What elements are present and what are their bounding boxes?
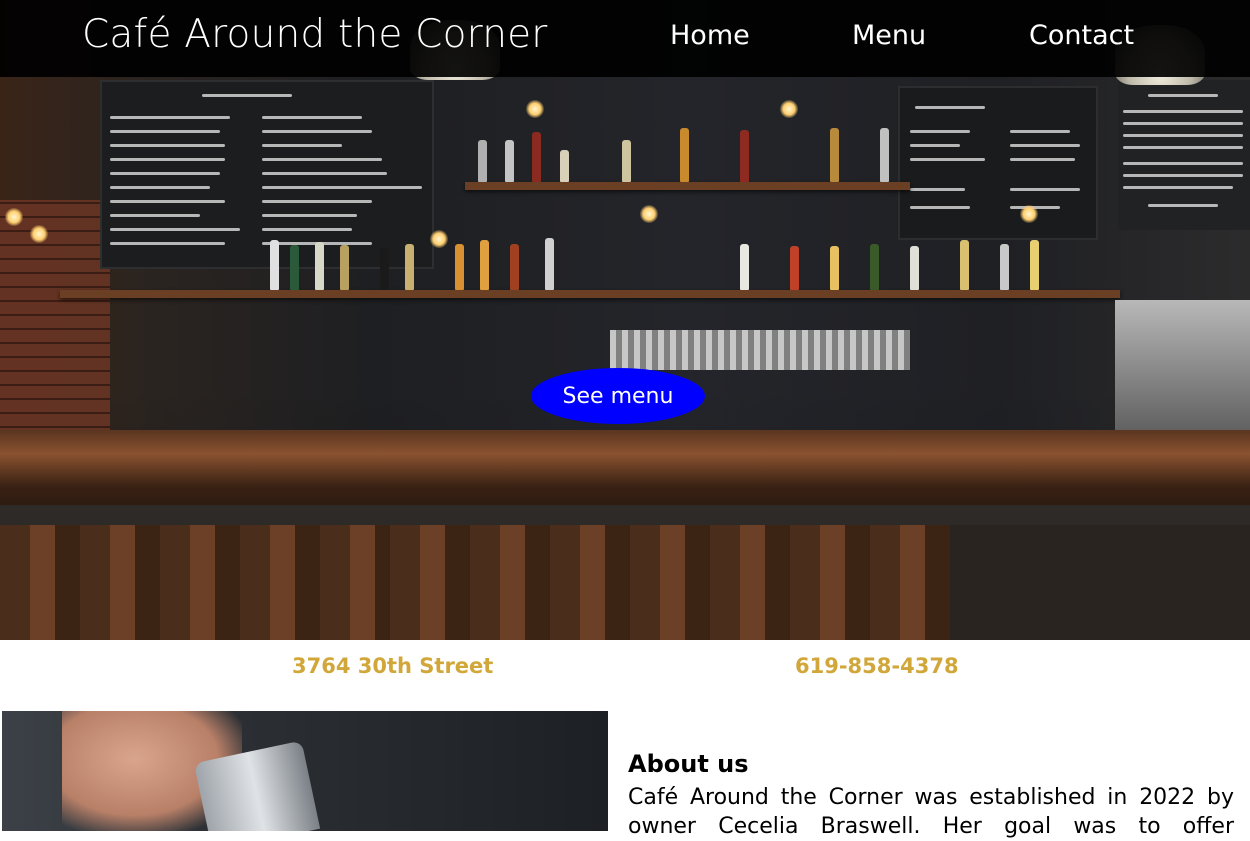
hero-image <box>0 0 1250 640</box>
site-title: Café Around the Corner <box>82 12 548 57</box>
about-image <box>2 711 608 831</box>
nav-contact-link[interactable]: Contact <box>1029 20 1134 51</box>
brick-wall <box>0 200 110 440</box>
espresso-machine <box>1115 300 1250 440</box>
see-menu-button[interactable]: See menu <box>531 368 705 424</box>
nav-menu-link[interactable]: Menu <box>852 20 926 51</box>
chalkboard-coffee <box>1118 80 1250 230</box>
chalkboard-offer <box>898 86 1098 240</box>
header-bar: Café Around the Corner Home Menu Contact <box>0 0 1250 77</box>
nav-home-link[interactable]: Home <box>670 20 750 51</box>
beer-taps <box>610 330 910 370</box>
about-paragraph: Café Around the Corner was established i… <box>628 785 1234 839</box>
bar-counter <box>0 430 1250 510</box>
address-text: 3764 30th Street <box>292 654 494 678</box>
about-heading: About us <box>628 750 749 778</box>
phone-link[interactable]: 619-858-4378 <box>795 654 959 678</box>
chalkboard-beer <box>100 80 434 269</box>
